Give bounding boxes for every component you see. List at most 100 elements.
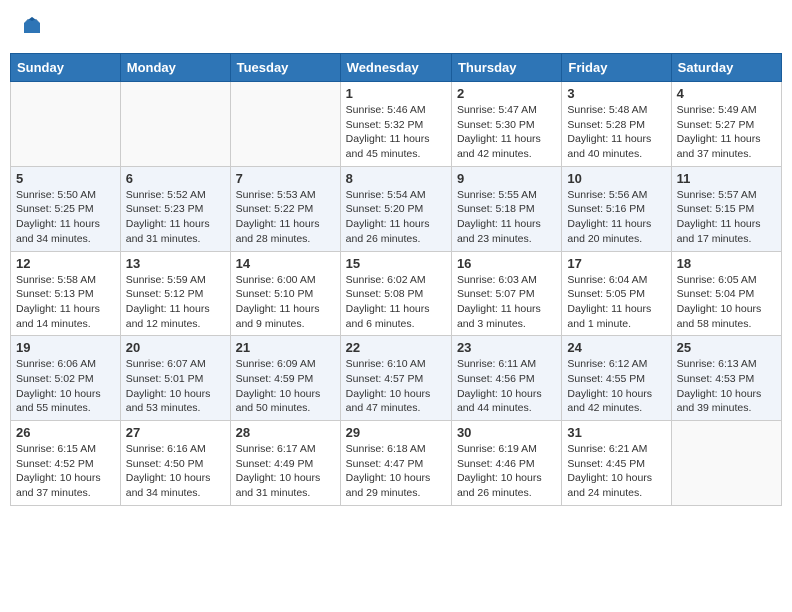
- calendar-cell: 2 Sunrise: 5:47 AM Sunset: 5:30 PM Daylig…: [451, 82, 561, 167]
- day-number: 28: [236, 425, 335, 440]
- day-info: Sunrise: 5:53 AM Sunset: 5:22 PM Dayligh…: [236, 188, 335, 247]
- day-info: Sunrise: 6:05 AM Sunset: 5:04 PM Dayligh…: [677, 273, 776, 332]
- calendar-cell: 6Sunrise: 5:52 AM Sunset: 5:23 PM Daylig…: [120, 166, 230, 251]
- calendar-cell: 3Sunrise: 5:48 AM Sunset: 5:28 PM Daylig…: [562, 82, 671, 167]
- day-number: 18: [677, 256, 776, 271]
- day-number: 10: [567, 171, 665, 186]
- day-number: 17: [567, 256, 665, 271]
- calendar-cell: 4 Sunrise: 5:49 AM Sunset: 5:27 PM Daylig…: [671, 82, 781, 167]
- calendar-cell: 1 Sunrise: 5:46 AM Sunset: 5:32 PM Daylig…: [340, 82, 451, 167]
- calendar-table: SundayMondayTuesdayWednesdayThursdayFrid…: [10, 53, 782, 506]
- day-info: Sunrise: 5:59 AM Sunset: 5:12 PM Dayligh…: [126, 273, 225, 332]
- calendar-cell: 29 Sunrise: 6:18 AM Sunset: 4:47 PM Dayli…: [340, 421, 451, 506]
- day-info: Sunrise: 6:12 AM Sunset: 4:55 PM Dayligh…: [567, 357, 665, 416]
- calendar-cell: 31 Sunrise: 6:21 AM Sunset: 4:45 PM Dayli…: [562, 421, 671, 506]
- day-info: Sunrise: 6:09 AM Sunset: 4:59 PM Dayligh…: [236, 357, 335, 416]
- day-info: Sunrise: 6:02 AM Sunset: 5:08 PM Dayligh…: [346, 273, 446, 332]
- calendar-cell: 25 Sunrise: 6:13 AM Sunset: 4:53 PM Dayli…: [671, 336, 781, 421]
- calendar-week-row: 1 Sunrise: 5:46 AM Sunset: 5:32 PM Daylig…: [11, 82, 782, 167]
- calendar-cell: 12 Sunrise: 5:58 AM Sunset: 5:13 PM Dayli…: [11, 251, 121, 336]
- day-number: 22: [346, 340, 446, 355]
- day-info: Sunrise: 5:50 AM Sunset: 5:25 PM Dayligh…: [16, 188, 115, 247]
- day-number: 31: [567, 425, 665, 440]
- day-info: Sunrise: 6:21 AM Sunset: 4:45 PM Dayligh…: [567, 442, 665, 501]
- calendar-cell: 19Sunrise: 6:06 AM Sunset: 5:02 PM Dayli…: [11, 336, 121, 421]
- day-number: 9: [457, 171, 556, 186]
- day-number: 4: [677, 86, 776, 101]
- calendar-cell: 22 Sunrise: 6:10 AM Sunset: 4:57 PM Dayli…: [340, 336, 451, 421]
- day-number: 1: [346, 86, 446, 101]
- calendar-week-row: 12 Sunrise: 5:58 AM Sunset: 5:13 PM Dayli…: [11, 251, 782, 336]
- day-info: Sunrise: 5:49 AM Sunset: 5:27 PM Dayligh…: [677, 103, 776, 162]
- day-info: Sunrise: 6:13 AM Sunset: 4:53 PM Dayligh…: [677, 357, 776, 416]
- day-info: Sunrise: 5:54 AM Sunset: 5:20 PM Dayligh…: [346, 188, 446, 247]
- calendar-cell: 10 Sunrise: 5:56 AM Sunset: 5:16 PM Dayli…: [562, 166, 671, 251]
- calendar-cell: 20 Sunrise: 6:07 AM Sunset: 5:01 PM Dayli…: [120, 336, 230, 421]
- day-number: 12: [16, 256, 115, 271]
- calendar-week-row: 5 Sunrise: 5:50 AM Sunset: 5:25 PM Daylig…: [11, 166, 782, 251]
- calendar-cell: 21 Sunrise: 6:09 AM Sunset: 4:59 PM Dayli…: [230, 336, 340, 421]
- calendar-cell: 18 Sunrise: 6:05 AM Sunset: 5:04 PM Dayli…: [671, 251, 781, 336]
- day-number: 2: [457, 86, 556, 101]
- day-number: 26: [16, 425, 115, 440]
- day-info: Sunrise: 6:11 AM Sunset: 4:56 PM Dayligh…: [457, 357, 556, 416]
- calendar-week-row: 26 Sunrise: 6:15 AM Sunset: 4:52 PM Dayli…: [11, 421, 782, 506]
- day-number: 6: [126, 171, 225, 186]
- calendar-cell: 8 Sunrise: 5:54 AM Sunset: 5:20 PM Daylig…: [340, 166, 451, 251]
- calendar-cell: [671, 421, 781, 506]
- day-number: 24: [567, 340, 665, 355]
- calendar-week-row: 19Sunrise: 6:06 AM Sunset: 5:02 PM Dayli…: [11, 336, 782, 421]
- day-number: 3: [567, 86, 665, 101]
- calendar-cell: 28 Sunrise: 6:17 AM Sunset: 4:49 PM Dayli…: [230, 421, 340, 506]
- calendar-cell: 16Sunrise: 6:03 AM Sunset: 5:07 PM Dayli…: [451, 251, 561, 336]
- logo: [20, 15, 42, 40]
- calendar-cell: 30Sunrise: 6:19 AM Sunset: 4:46 PM Dayli…: [451, 421, 561, 506]
- day-number: 29: [346, 425, 446, 440]
- day-number: 7: [236, 171, 335, 186]
- column-header-thursday: Thursday: [451, 54, 561, 82]
- day-number: 13: [126, 256, 225, 271]
- calendar-cell: [11, 82, 121, 167]
- calendar-cell: 9 Sunrise: 5:55 AM Sunset: 5:18 PM Daylig…: [451, 166, 561, 251]
- calendar-cell: 13 Sunrise: 5:59 AM Sunset: 5:12 PM Dayli…: [120, 251, 230, 336]
- day-info: Sunrise: 5:58 AM Sunset: 5:13 PM Dayligh…: [16, 273, 115, 332]
- day-info: Sunrise: 6:15 AM Sunset: 4:52 PM Dayligh…: [16, 442, 115, 501]
- calendar-cell: 7 Sunrise: 5:53 AM Sunset: 5:22 PM Daylig…: [230, 166, 340, 251]
- day-info: Sunrise: 5:46 AM Sunset: 5:32 PM Dayligh…: [346, 103, 446, 162]
- column-header-monday: Monday: [120, 54, 230, 82]
- day-number: 8: [346, 171, 446, 186]
- day-number: 23: [457, 340, 556, 355]
- day-number: 27: [126, 425, 225, 440]
- column-header-saturday: Saturday: [671, 54, 781, 82]
- calendar-cell: 17 Sunrise: 6:04 AM Sunset: 5:05 PM Dayli…: [562, 251, 671, 336]
- day-info: Sunrise: 6:00 AM Sunset: 5:10 PM Dayligh…: [236, 273, 335, 332]
- calendar-cell: 14Sunrise: 6:00 AM Sunset: 5:10 PM Dayli…: [230, 251, 340, 336]
- day-info: Sunrise: 6:07 AM Sunset: 5:01 PM Dayligh…: [126, 357, 225, 416]
- day-info: Sunrise: 6:04 AM Sunset: 5:05 PM Dayligh…: [567, 273, 665, 332]
- day-number: 5: [16, 171, 115, 186]
- logo-icon: [22, 15, 42, 35]
- day-info: Sunrise: 5:56 AM Sunset: 5:16 PM Dayligh…: [567, 188, 665, 247]
- calendar-header-row: SundayMondayTuesdayWednesdayThursdayFrid…: [11, 54, 782, 82]
- day-info: Sunrise: 5:57 AM Sunset: 5:15 PM Dayligh…: [677, 188, 776, 247]
- calendar-cell: 11 Sunrise: 5:57 AM Sunset: 5:15 PM Dayli…: [671, 166, 781, 251]
- day-info: Sunrise: 6:16 AM Sunset: 4:50 PM Dayligh…: [126, 442, 225, 501]
- calendar-cell: [230, 82, 340, 167]
- day-number: 16: [457, 256, 556, 271]
- day-number: 11: [677, 171, 776, 186]
- day-info: Sunrise: 6:18 AM Sunset: 4:47 PM Dayligh…: [346, 442, 446, 501]
- column-header-sunday: Sunday: [11, 54, 121, 82]
- column-header-wednesday: Wednesday: [340, 54, 451, 82]
- day-info: Sunrise: 5:55 AM Sunset: 5:18 PM Dayligh…: [457, 188, 556, 247]
- day-number: 25: [677, 340, 776, 355]
- day-number: 21: [236, 340, 335, 355]
- calendar-cell: 5 Sunrise: 5:50 AM Sunset: 5:25 PM Daylig…: [11, 166, 121, 251]
- day-info: Sunrise: 6:19 AM Sunset: 4:46 PM Dayligh…: [457, 442, 556, 501]
- day-info: Sunrise: 6:17 AM Sunset: 4:49 PM Dayligh…: [236, 442, 335, 501]
- page-header: [10, 10, 782, 45]
- day-info: Sunrise: 5:47 AM Sunset: 5:30 PM Dayligh…: [457, 103, 556, 162]
- day-info: Sunrise: 6:10 AM Sunset: 4:57 PM Dayligh…: [346, 357, 446, 416]
- calendar-cell: 15Sunrise: 6:02 AM Sunset: 5:08 PM Dayli…: [340, 251, 451, 336]
- day-number: 20: [126, 340, 225, 355]
- day-number: 19: [16, 340, 115, 355]
